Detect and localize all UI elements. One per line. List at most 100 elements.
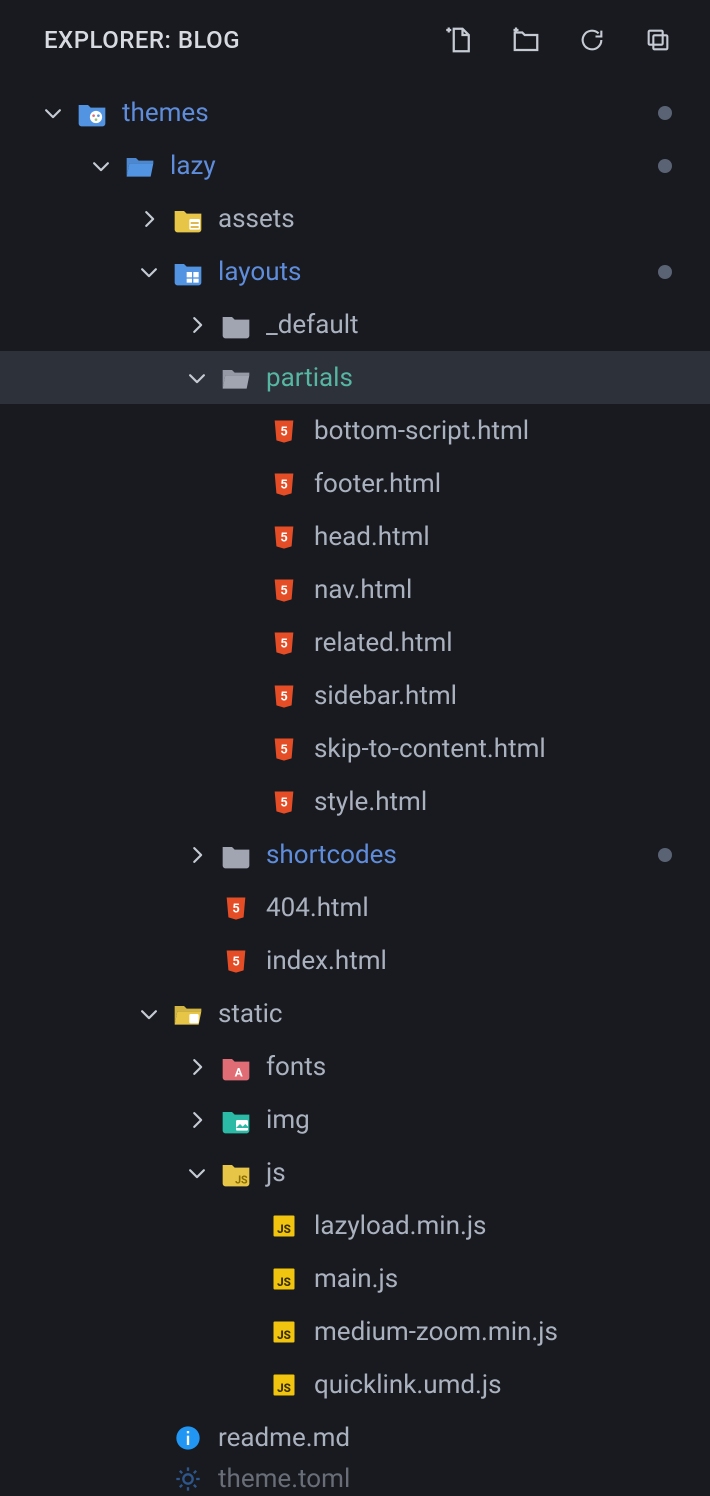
html-file-icon: [220, 892, 252, 924]
folder-label: partials: [266, 363, 353, 393]
html-file-icon: [268, 468, 300, 500]
folder-assets-icon: [172, 203, 204, 235]
file-label: related.html: [314, 628, 453, 658]
file-label: bottom-script.html: [314, 416, 529, 446]
folder-js[interactable]: js: [0, 1146, 710, 1199]
new-file-button[interactable]: [444, 24, 476, 56]
chevron-down-icon: [86, 151, 116, 181]
chevron-down-icon: [134, 257, 164, 287]
gear-icon: [172, 1464, 204, 1494]
file-readme[interactable]: readme.md: [0, 1411, 710, 1464]
chevron-right-icon: [182, 310, 212, 340]
collapse-all-button[interactable]: [642, 24, 674, 56]
modified-dot-icon: [658, 159, 672, 173]
file-label: 404.html: [266, 893, 369, 923]
file-tree: themes lazy assets layouts _default part…: [0, 80, 710, 1494]
refresh-button[interactable]: [576, 24, 608, 56]
file-label: footer.html: [314, 469, 441, 499]
folder-js-icon: [220, 1157, 252, 1189]
folder-themes[interactable]: themes: [0, 86, 710, 139]
folder-label: _default: [266, 310, 359, 340]
file-label: skip-to-content.html: [314, 734, 546, 764]
folder-img-icon: [220, 1104, 252, 1136]
file-index[interactable]: index.html: [0, 934, 710, 987]
js-file-icon: [268, 1263, 300, 1295]
chevron-down-icon: [182, 1158, 212, 1188]
file-404[interactable]: 404.html: [0, 881, 710, 934]
html-file-icon: [268, 733, 300, 765]
chevron-down-icon: [38, 98, 68, 128]
js-file-icon: [268, 1210, 300, 1242]
file-label: sidebar.html: [314, 681, 457, 711]
folder-shortcodes[interactable]: shortcodes: [0, 828, 710, 881]
file-main-js[interactable]: main.js: [0, 1252, 710, 1305]
html-file-icon: [268, 627, 300, 659]
file-nav[interactable]: nav.html: [0, 563, 710, 616]
info-icon: [172, 1422, 204, 1454]
chevron-right-icon: [182, 840, 212, 870]
folder-partials[interactable]: partials: [0, 351, 710, 404]
folder-open-icon: [220, 362, 252, 394]
folder-lazy[interactable]: lazy: [0, 139, 710, 192]
modified-dot-icon: [658, 848, 672, 862]
explorer-header: EXPLORER: BLOG: [0, 0, 710, 80]
file-footer[interactable]: footer.html: [0, 457, 710, 510]
html-file-icon: [220, 945, 252, 977]
modified-dot-icon: [658, 265, 672, 279]
chevron-right-icon: [182, 1105, 212, 1135]
explorer-title: EXPLORER: BLOG: [44, 26, 240, 54]
modified-dot-icon: [658, 106, 672, 120]
chevron-right-icon: [182, 1052, 212, 1082]
folder-label: assets: [218, 204, 295, 234]
html-file-icon: [268, 521, 300, 553]
file-related[interactable]: related.html: [0, 616, 710, 669]
folder-open-icon: [124, 150, 156, 182]
chevron-down-icon: [134, 999, 164, 1029]
file-label: main.js: [314, 1264, 398, 1294]
folder-static-icon: [172, 998, 204, 1030]
file-bottom-script[interactable]: bottom-script.html: [0, 404, 710, 457]
file-sidebar[interactable]: sidebar.html: [0, 669, 710, 722]
file-label: medium-zoom.min.js: [314, 1317, 558, 1347]
folder-default[interactable]: _default: [0, 298, 710, 351]
js-file-icon: [268, 1369, 300, 1401]
chevron-down-icon: [182, 363, 212, 393]
file-head[interactable]: head.html: [0, 510, 710, 563]
file-quicklink[interactable]: quicklink.umd.js: [0, 1358, 710, 1411]
file-label: lazyload.min.js: [314, 1211, 486, 1241]
file-lazyload[interactable]: lazyload.min.js: [0, 1199, 710, 1252]
folder-label: layouts: [218, 257, 301, 287]
html-file-icon: [268, 680, 300, 712]
folder-label: fonts: [266, 1052, 326, 1082]
file-theme-toml[interactable]: theme.toml: [0, 1464, 710, 1494]
file-label: readme.md: [218, 1423, 350, 1453]
file-label: head.html: [314, 522, 430, 552]
folder-label: js: [266, 1158, 286, 1188]
folder-icon: [220, 309, 252, 341]
folder-label: static: [218, 999, 283, 1029]
file-style[interactable]: style.html: [0, 775, 710, 828]
folder-assets[interactable]: assets: [0, 192, 710, 245]
file-label: quicklink.umd.js: [314, 1370, 502, 1400]
folder-label: img: [266, 1105, 310, 1135]
folder-fonts[interactable]: fonts: [0, 1040, 710, 1093]
folder-fonts-icon: [220, 1051, 252, 1083]
file-label: nav.html: [314, 575, 412, 605]
folder-themes-icon: [76, 97, 108, 129]
chevron-right-icon: [134, 204, 164, 234]
folder-layouts[interactable]: layouts: [0, 245, 710, 298]
folder-label: themes: [122, 98, 209, 128]
file-label: theme.toml: [218, 1464, 350, 1494]
new-folder-button[interactable]: [510, 24, 542, 56]
html-file-icon: [268, 786, 300, 818]
html-file-icon: [268, 574, 300, 606]
folder-static[interactable]: static: [0, 987, 710, 1040]
file-label: index.html: [266, 946, 387, 976]
file-medium-zoom[interactable]: medium-zoom.min.js: [0, 1305, 710, 1358]
folder-label: shortcodes: [266, 840, 397, 870]
folder-icon: [220, 839, 252, 871]
folder-img[interactable]: img: [0, 1093, 710, 1146]
file-skip-to-content[interactable]: skip-to-content.html: [0, 722, 710, 775]
html-file-icon: [268, 415, 300, 447]
js-file-icon: [268, 1316, 300, 1348]
